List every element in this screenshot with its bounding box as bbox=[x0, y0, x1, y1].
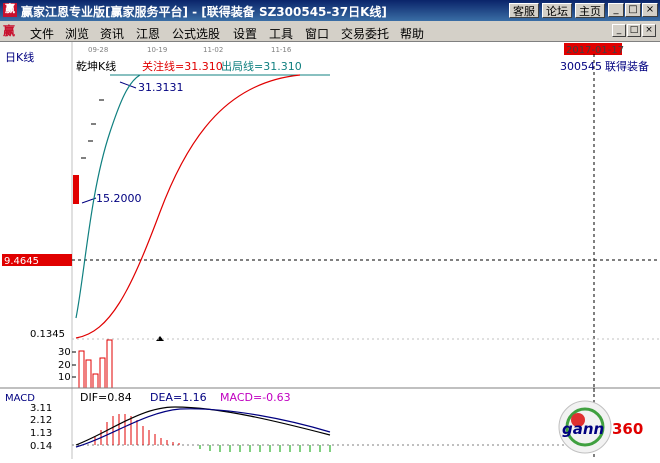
stock-code: 300545 bbox=[560, 60, 602, 73]
child-close-button[interactable]: × bbox=[642, 24, 656, 37]
menu-logo-icon[interactable]: 赢 bbox=[3, 24, 21, 39]
menu-tools[interactable]: 工具 bbox=[269, 25, 293, 42]
volume-tick-10: 10 bbox=[58, 372, 71, 383]
menu-help[interactable]: 帮助 bbox=[400, 25, 424, 42]
watermark-number: 360 bbox=[612, 420, 643, 438]
menu-trade[interactable]: 交易委托 bbox=[341, 25, 389, 42]
volume-bar bbox=[99, 357, 106, 389]
customer-service-button[interactable]: 客服 bbox=[509, 3, 539, 18]
indicator-name: 乾坤K线 bbox=[76, 59, 116, 73]
menu-formula-screen[interactable]: 公式选股 bbox=[172, 25, 220, 42]
homepage-button[interactable]: 主页 bbox=[575, 3, 605, 18]
gann360-logo: gann 360 bbox=[558, 400, 643, 454]
watermark-text: gann bbox=[562, 420, 604, 438]
macd-tick-2: 2.12 bbox=[30, 415, 52, 426]
volume-bar bbox=[106, 339, 113, 389]
focus-line-label: 关注线=31.310 bbox=[142, 59, 223, 73]
menu-window[interactable]: 窗口 bbox=[305, 25, 329, 42]
price-marker: 9.4645 bbox=[4, 256, 39, 267]
date-tick-3: 11-02 bbox=[203, 46, 223, 54]
macd-tick-3: 1.13 bbox=[30, 428, 52, 439]
child-minimize-button[interactable]: _ bbox=[612, 24, 626, 37]
macd-dea: DEA=1.16 bbox=[150, 391, 207, 404]
macd-negative-bars bbox=[199, 445, 331, 452]
menu-browse[interactable]: 浏览 bbox=[65, 25, 89, 42]
volume-bar bbox=[92, 373, 99, 389]
menu-settings[interactable]: 设置 bbox=[233, 25, 257, 42]
title-bar: 赢 赢家江恩专业版[赢家服务平台] - [联得装备 SZ300545-37日K线… bbox=[0, 0, 660, 21]
macd-value: MACD=-0.63 bbox=[220, 391, 291, 404]
date-tick-4: 11-16 bbox=[271, 46, 292, 54]
close-button[interactable]: × bbox=[642, 3, 658, 17]
forum-button[interactable]: 论坛 bbox=[542, 3, 572, 18]
chart-area[interactable]: 09-28 10-19 11-02 11-16 2017-01-17 日K线 乾… bbox=[0, 42, 660, 459]
kline-candle-up bbox=[73, 175, 79, 204]
child-restore-button[interactable]: □ bbox=[627, 24, 641, 37]
macd-dif-line bbox=[75, 406, 331, 446]
app-icon[interactable]: 赢 bbox=[3, 3, 17, 17]
menu-gann[interactable]: 江恩 bbox=[136, 25, 160, 42]
macd-tick-4: 0.14 bbox=[30, 441, 52, 452]
price-low-label: 0.1345 bbox=[30, 329, 65, 340]
volume-tick-30: 30 bbox=[58, 347, 71, 358]
red-trend-line bbox=[75, 74, 301, 339]
menu-bar: 赢 文件 浏览 资讯 江恩 公式选股 设置 工具 窗口 交易委托 帮助 _ □ … bbox=[0, 21, 660, 42]
period-label: 日K线 bbox=[5, 50, 34, 64]
volume-tick-20: 20 bbox=[58, 360, 71, 371]
volume-bar bbox=[85, 359, 92, 389]
exit-line-label: 出局线=31.310 bbox=[221, 59, 302, 73]
maximize-button[interactable]: □ bbox=[625, 3, 641, 17]
window-title: 赢家江恩专业版[赢家服务平台] - [联得装备 SZ300545-37日K线] bbox=[21, 5, 387, 19]
date-tick-2: 10-19 bbox=[147, 46, 167, 54]
price-high-label: 31.3131 bbox=[138, 81, 184, 94]
menu-info[interactable]: 资讯 bbox=[100, 25, 124, 42]
macd-dif: DIF=0.84 bbox=[80, 391, 132, 404]
date-tick-1: 09-28 bbox=[88, 46, 108, 54]
stock-name: 联得装备 bbox=[605, 59, 649, 73]
minimize-button[interactable]: _ bbox=[608, 3, 624, 17]
volume-bar bbox=[78, 350, 85, 389]
price-mid-label: 15.2000 bbox=[96, 192, 142, 205]
date-highlight: 2017-01-17 bbox=[566, 45, 624, 56]
macd-tick-1: 3.11 bbox=[30, 403, 52, 414]
macd-dea-line bbox=[75, 408, 331, 448]
menu-file[interactable]: 文件 bbox=[30, 25, 54, 42]
